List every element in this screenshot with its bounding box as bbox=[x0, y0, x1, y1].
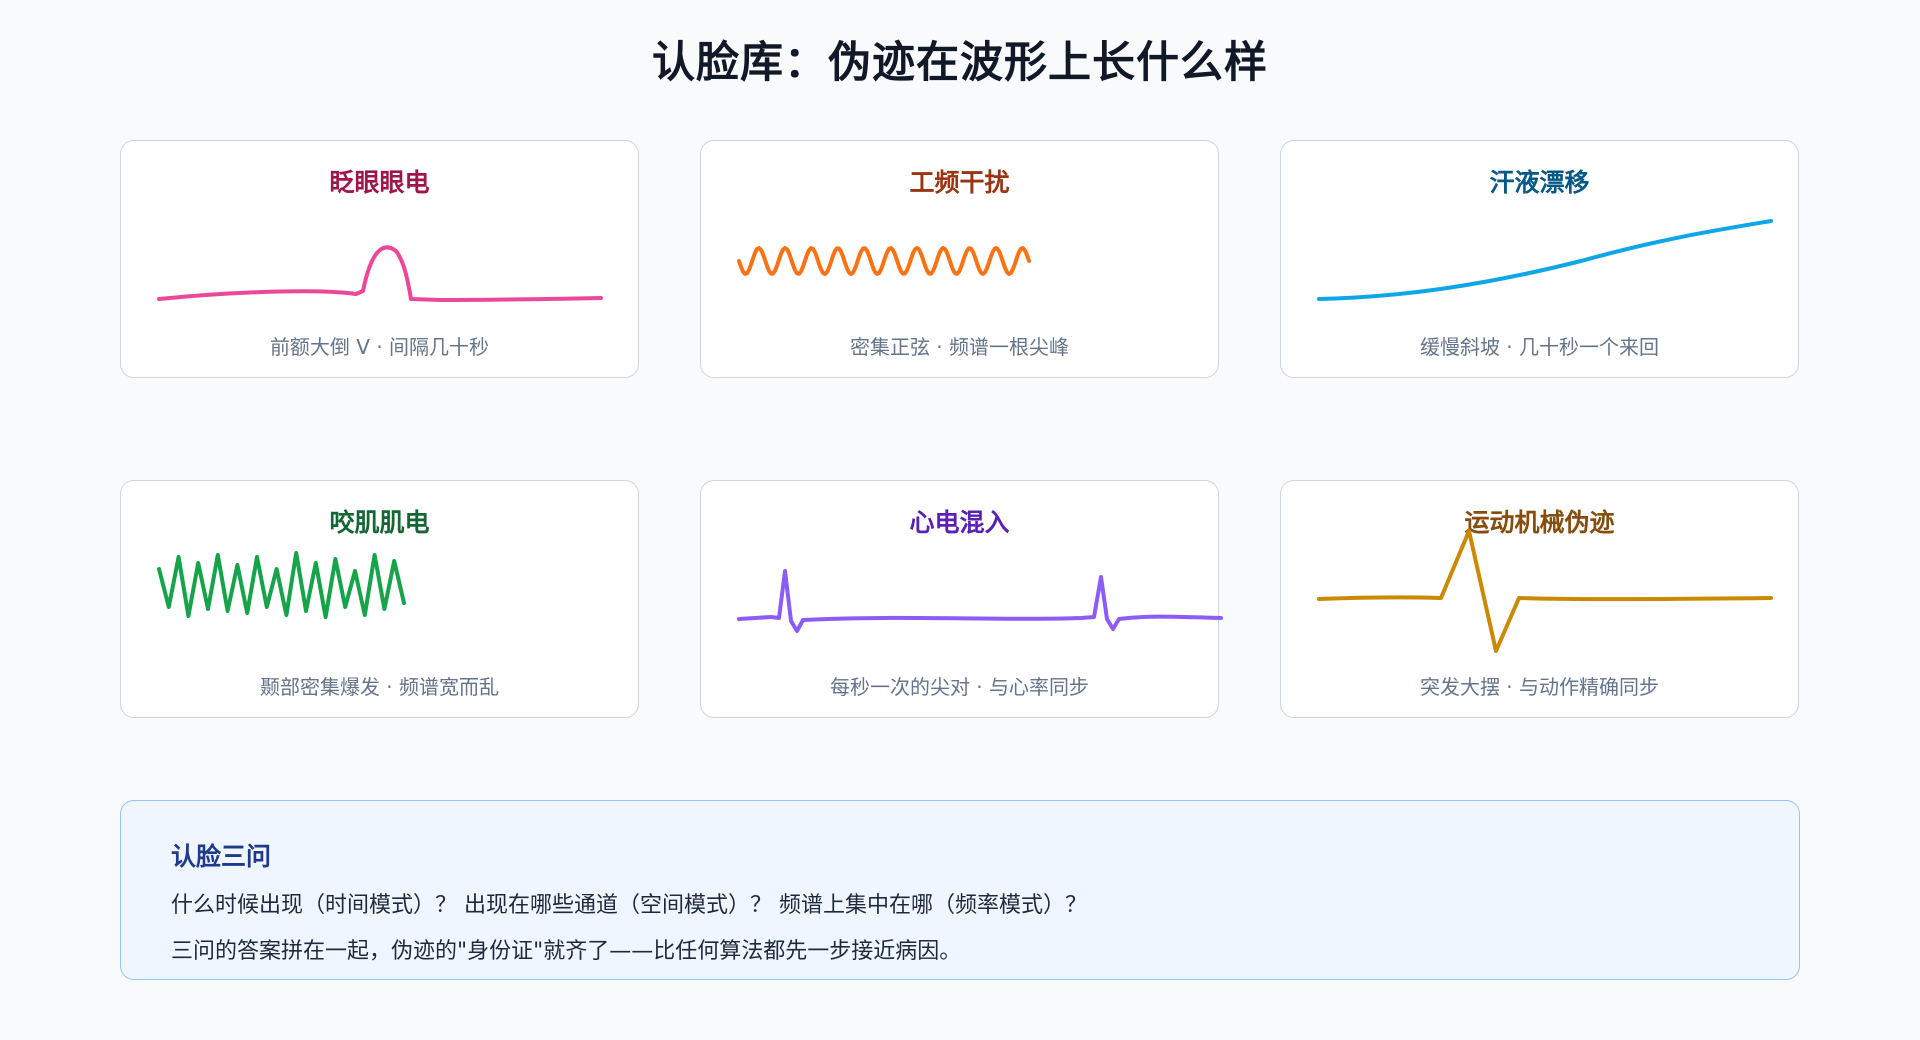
summary-box: 认脸三问 什么时候出现（时间模式）？ 出现在哪些通道（空间模式）？ 频谱上集中在… bbox=[120, 800, 1800, 980]
artifact-card: 工频干扰 密集正弦 · 频谱一根尖峰 bbox=[700, 140, 1219, 378]
summary-title: 认脸三问 bbox=[171, 842, 272, 871]
card-description: 每秒一次的尖对 · 与心率同步 bbox=[829, 675, 1090, 699]
waveform-line bbox=[157, 551, 406, 619]
artifact-card: 运动机械伪迹 突发大摆 · 与动作精确同步 bbox=[1280, 480, 1799, 718]
artifact-card: 咬肌肌电 颞部密集爆发 · 频谱宽而乱 bbox=[120, 480, 639, 718]
artifact-card: 汗液漂移 缓慢斜坡 · 几十秒一个来回 bbox=[1280, 140, 1799, 378]
waveform-line bbox=[1317, 219, 1773, 301]
card-description: 密集正弦 · 频谱一根尖峰 bbox=[849, 335, 1070, 359]
waveform-line bbox=[737, 246, 1031, 276]
card-description: 缓慢斜坡 · 几十秒一个来回 bbox=[1419, 335, 1660, 359]
artifact-card: 眨眼眼电 前额大倒 V · 间隔几十秒 bbox=[120, 140, 639, 378]
card-description: 前额大倒 V · 间隔几十秒 bbox=[269, 335, 490, 359]
waveform-line bbox=[1317, 529, 1773, 653]
waveform-line bbox=[737, 569, 1223, 633]
card-description: 颞部密集爆发 · 频谱宽而乱 bbox=[259, 675, 500, 699]
artifact-card: 心电混入 每秒一次的尖对 · 与心率同步 bbox=[700, 480, 1223, 718]
summary-line-1: 什么时候出现（时间模式）？ 出现在哪些通道（空间模式）？ 频谱上集中在哪（频率模… bbox=[171, 893, 1087, 918]
page-title: 认脸库：伪迹在波形上长什么样 bbox=[652, 38, 1268, 88]
summary-line-2: 三问的答案拼在一起，伪迹的"身份证"就齐了——比任何算法都先一步接近病因。 bbox=[171, 939, 962, 964]
waveform-line bbox=[157, 245, 603, 302]
card-description: 突发大摆 · 与动作精确同步 bbox=[1419, 675, 1660, 699]
